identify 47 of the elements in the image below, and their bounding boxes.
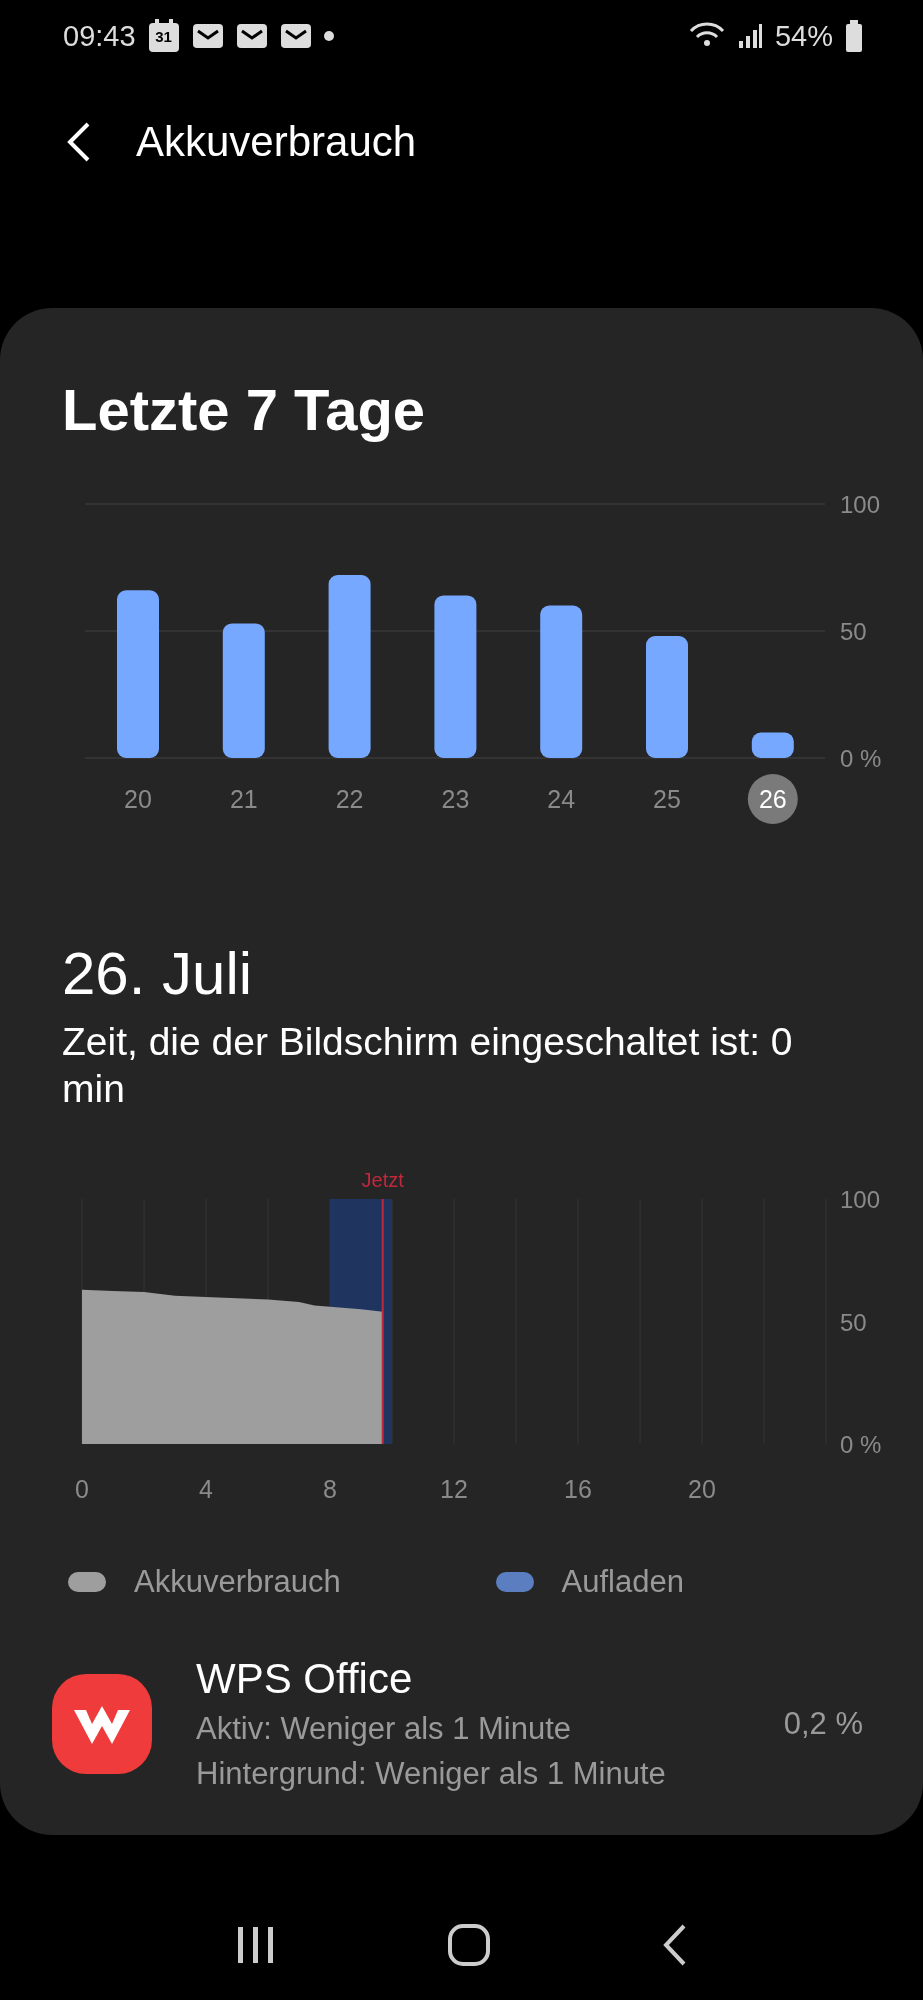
axis-label: 8 bbox=[323, 1475, 337, 1503]
axis-label: 22 bbox=[335, 785, 364, 813]
legend-label: Akkuverbrauch bbox=[134, 1564, 341, 1600]
back-icon[interactable] bbox=[66, 122, 92, 162]
battery-icon bbox=[845, 20, 863, 52]
usage-share: 0,2 % bbox=[783, 1706, 863, 1742]
axis-label: 100 bbox=[840, 1186, 881, 1213]
recent-apps-icon[interactable] bbox=[235, 1925, 276, 1965]
section-title: Letzte 7 Tage bbox=[62, 380, 427, 440]
axis-label: 50 bbox=[840, 618, 867, 645]
legend-label: Aufladen bbox=[561, 1564, 684, 1600]
active-time: Aktiv: Weniger als 1 Minute bbox=[196, 1710, 573, 1748]
home-icon[interactable] bbox=[446, 1923, 491, 1967]
axis-label: 0 % bbox=[840, 745, 882, 772]
screen-time-text: Zeit, die der Bildschirm eingeschaltet ist: 0 min bbox=[62, 1019, 794, 1112]
axis-label: 12 bbox=[440, 1475, 468, 1503]
mail-icon bbox=[279, 23, 312, 49]
axis-label: 26 bbox=[758, 785, 787, 813]
clock: 09:43 bbox=[63, 19, 136, 53]
axis-label: 4 bbox=[199, 1475, 213, 1503]
mail-icon bbox=[235, 23, 268, 49]
now-label: Jetzt bbox=[361, 1169, 404, 1191]
legend-swatch bbox=[68, 1572, 106, 1592]
mail-icon bbox=[191, 23, 224, 49]
axis-label: 25 bbox=[653, 785, 681, 813]
axis-label: 21 bbox=[229, 785, 258, 813]
calendar-day: 31 bbox=[147, 28, 180, 45]
axis-label: 20 bbox=[688, 1475, 716, 1503]
screen-title: Akkuverbrauch bbox=[136, 118, 417, 166]
back-icon[interactable] bbox=[661, 1923, 688, 1967]
background-time: Hintergrund: Weniger als 1 Minute bbox=[196, 1755, 667, 1793]
section-title: 26. Juli bbox=[62, 944, 254, 1004]
dot-icon bbox=[323, 31, 334, 41]
axis-label: 50 bbox=[840, 1308, 867, 1336]
battery-level: 54% bbox=[774, 19, 833, 53]
calendar-icon bbox=[147, 19, 180, 53]
legend-swatch bbox=[495, 1572, 534, 1592]
axis-label: 0 bbox=[75, 1475, 89, 1503]
axis-label: 16 bbox=[564, 1475, 592, 1503]
axis-label: 100 bbox=[840, 491, 881, 518]
app-name: WPS Office bbox=[196, 1654, 414, 1704]
app-icon bbox=[52, 1674, 152, 1774]
axis-label: 23 bbox=[441, 785, 470, 813]
signal-icon bbox=[736, 23, 763, 49]
axis-label: 24 bbox=[547, 785, 576, 813]
axis-label: 20 bbox=[124, 785, 152, 813]
axis-label: 0 % bbox=[840, 1431, 882, 1458]
